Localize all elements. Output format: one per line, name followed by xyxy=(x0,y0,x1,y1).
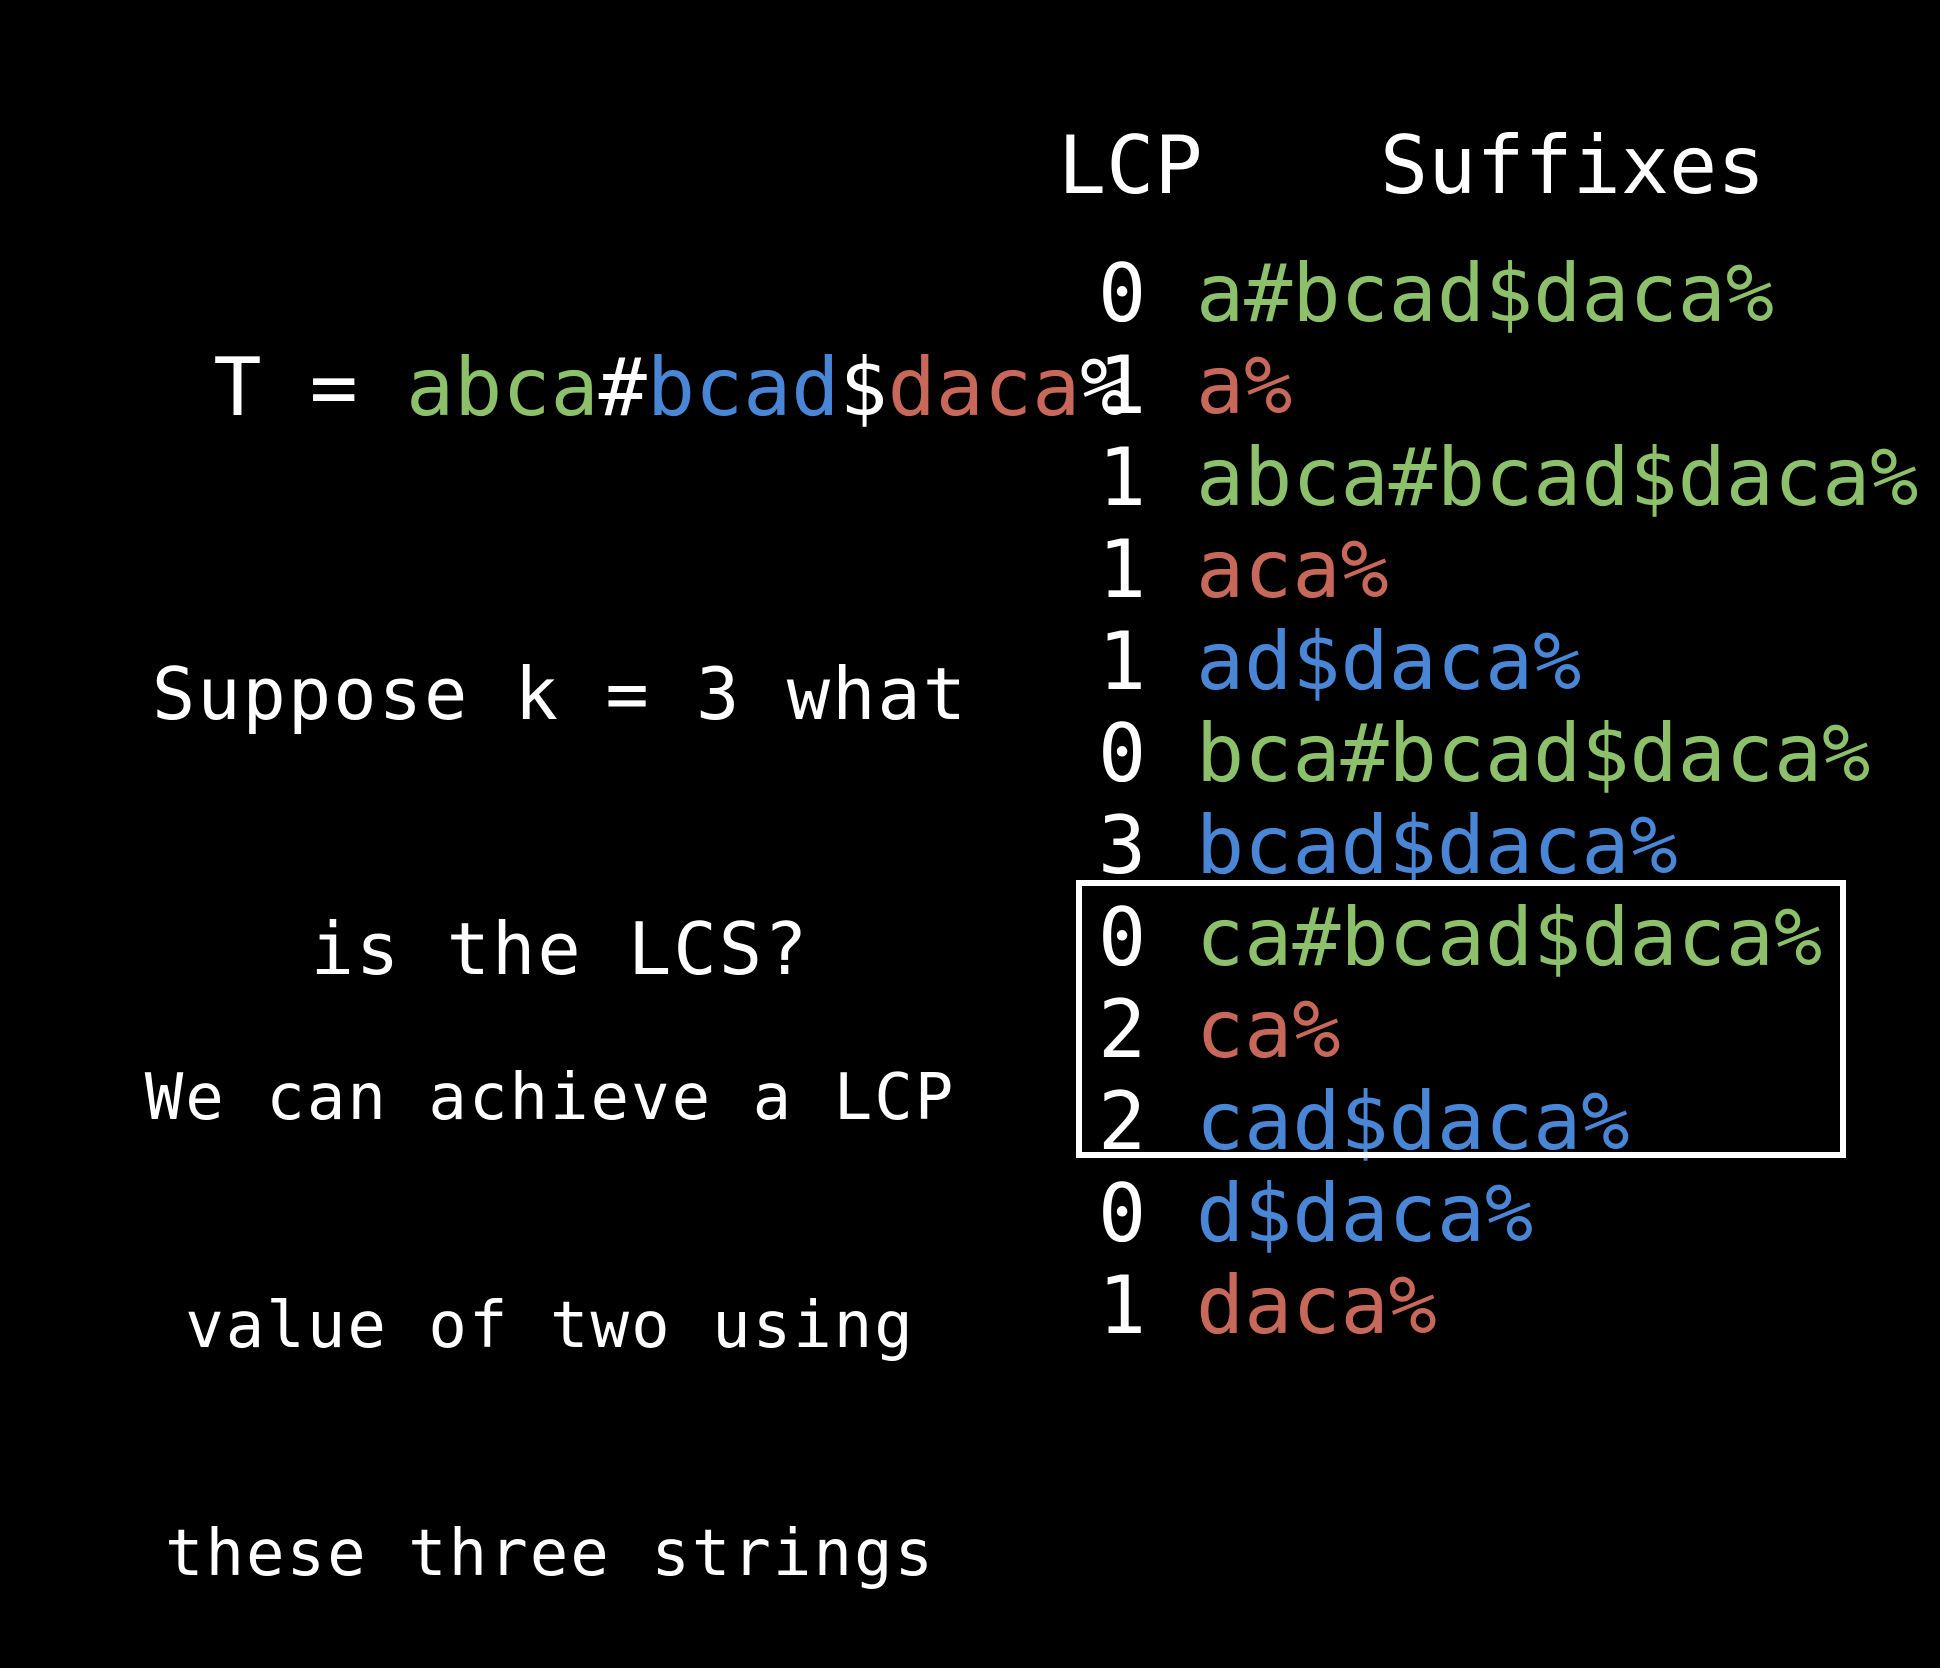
lcp-value: 1 xyxy=(1098,431,1147,524)
lcp-value: 1 xyxy=(1098,615,1147,708)
text-string-part: # xyxy=(598,341,647,434)
lcp-value: 3 xyxy=(1098,799,1147,892)
lcp-value: 0 xyxy=(1098,707,1147,800)
explanation-text: We can achieve a LCP value of two using … xyxy=(60,908,1040,1668)
suffix-row: 0 d$daca% xyxy=(1098,1168,1918,1260)
suffix-text: a#bcad$daca% xyxy=(1196,247,1774,340)
text-string-part: abca xyxy=(405,341,599,434)
question-line: Suppose k = 3 what xyxy=(151,652,969,736)
suffix-array-table: 0 a#bcad$daca% 1 a% 1 abca#bcad$daca% 1 aca% 1 ad… xyxy=(1098,248,1918,1352)
suffix-text: a% xyxy=(1196,339,1293,432)
lcp-value: 0 xyxy=(1098,1167,1147,1260)
text-string-definition: T = abca#bcad$daca% xyxy=(117,244,1128,436)
suffix-text: bca#bcad$daca% xyxy=(1196,707,1871,800)
suffix-row: 1 ad$daca% xyxy=(1098,616,1918,708)
suffix-row: 1 abca#bcad$daca% xyxy=(1098,432,1918,524)
text-string-part: daca xyxy=(887,341,1081,434)
suffix-row: 0 bca#bcad$daca% xyxy=(1098,708,1918,800)
suffix-row: 0 a#bcad$daca% xyxy=(1098,248,1918,340)
suffix-row: 1 daca% xyxy=(1098,1260,1918,1352)
highlight-box xyxy=(1076,880,1846,1158)
suffix-row: 1 a% xyxy=(1098,340,1918,432)
suffix-text: abca#bcad$daca% xyxy=(1196,431,1919,524)
suffix-row: 3 bcad$daca% xyxy=(1098,800,1918,892)
explanation-line: these three strings xyxy=(164,1517,936,1591)
suffix-text: bcad$daca% xyxy=(1196,799,1678,892)
explanation-line: value of two using xyxy=(185,1289,915,1363)
lcp-value: 0 xyxy=(1098,247,1147,340)
text-string-parts: abca#bcad$daca% xyxy=(406,341,1128,434)
suffixes-column-header: Suffixes xyxy=(1380,119,1766,212)
text-string-prefix: T = xyxy=(213,341,406,434)
lcp-value: 1 xyxy=(1098,339,1147,432)
lcp-value: 1 xyxy=(1098,523,1147,616)
lcp-column-header: LCP xyxy=(1058,119,1203,212)
text-string-part: $ xyxy=(839,341,888,434)
lcp-value: 1 xyxy=(1098,1259,1147,1352)
explanation-line: We can achieve a LCP xyxy=(144,1061,956,1135)
suffix-text: daca% xyxy=(1196,1259,1437,1352)
suffix-text: aca% xyxy=(1196,523,1389,616)
text-string-part: bcad xyxy=(646,341,840,434)
suffix-row: 1 aca% xyxy=(1098,524,1918,616)
suffix-text: ad$daca% xyxy=(1196,615,1582,708)
suffix-text: d$daca% xyxy=(1196,1167,1534,1260)
